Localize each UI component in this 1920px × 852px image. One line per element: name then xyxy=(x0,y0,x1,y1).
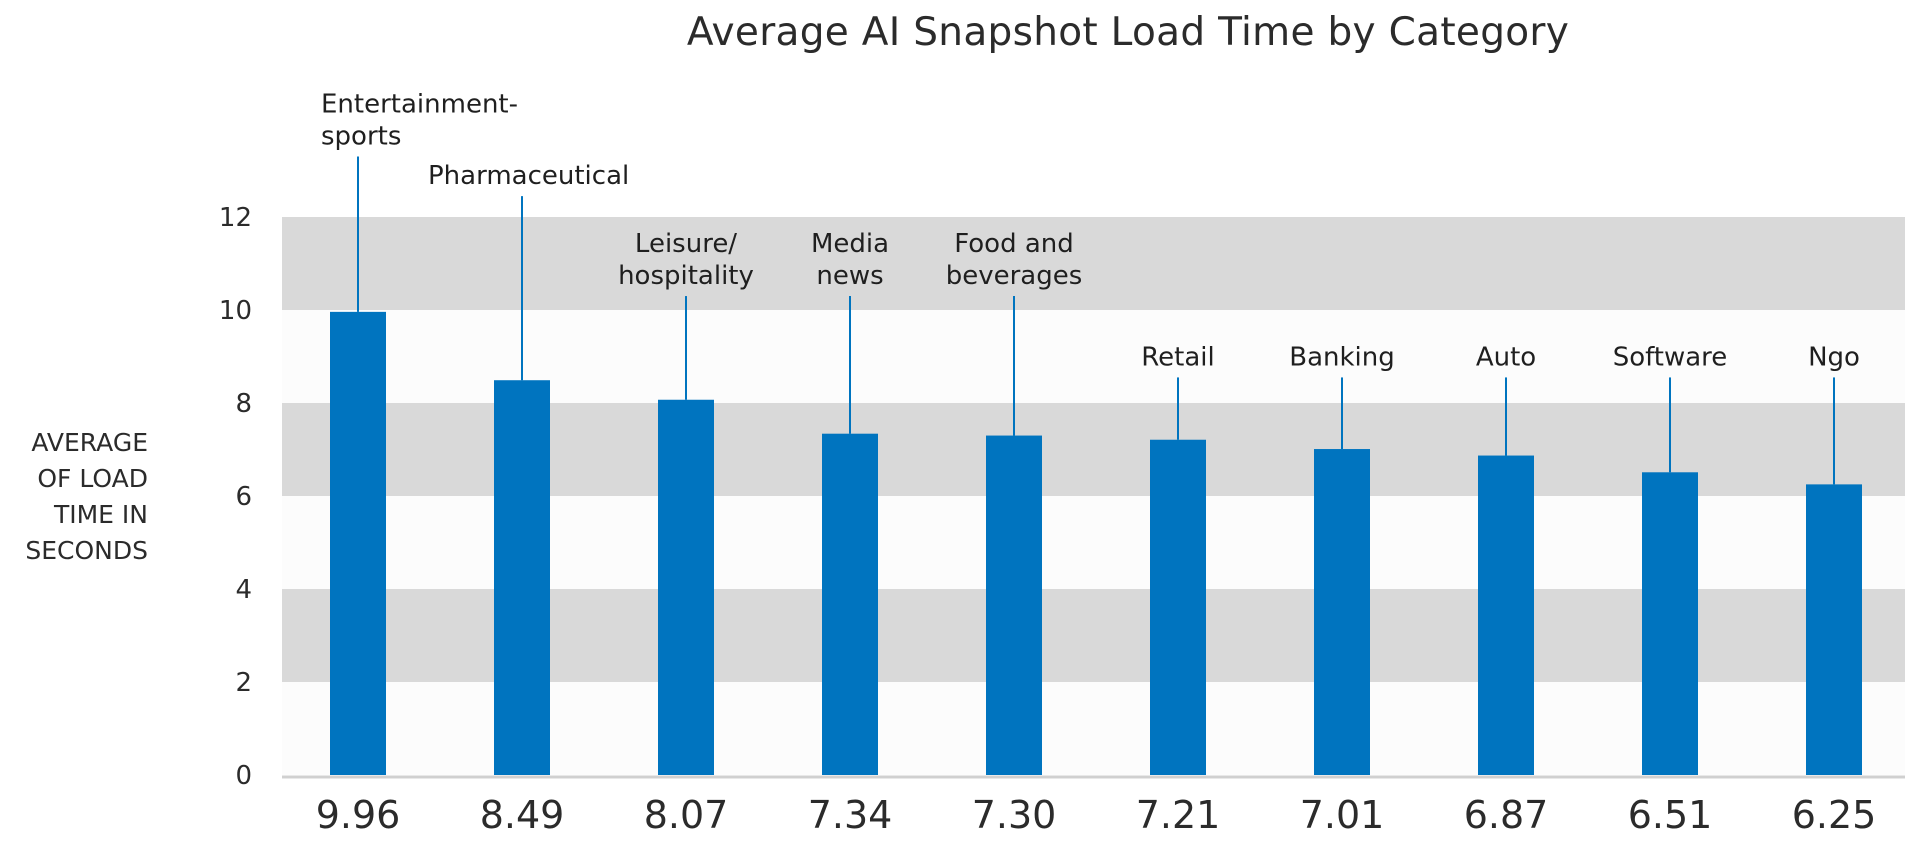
bar xyxy=(986,435,1042,775)
category-label: beverages xyxy=(946,261,1083,291)
category-label: Entertainment- xyxy=(321,90,518,120)
category-label: sports xyxy=(321,122,401,152)
category-label: Pharmaceutical xyxy=(428,161,629,191)
category-label: Retail xyxy=(1141,342,1214,372)
y-tick-label: 4 xyxy=(235,575,252,605)
bar xyxy=(822,433,878,775)
y-tick-label: 0 xyxy=(235,761,252,791)
value-label: 7.21 xyxy=(1136,793,1221,837)
value-labels: 9.96 8.49 8.07 7.34 7.30 7.21 7.01 6.87 6.51 6.25 xyxy=(316,793,1877,837)
bar xyxy=(1642,472,1698,775)
value-label: 7.34 xyxy=(808,793,893,837)
category-label: Software xyxy=(1613,342,1728,372)
bar xyxy=(330,311,386,775)
category-label: hospitality xyxy=(618,261,754,291)
y-tick-label: 10 xyxy=(219,296,252,326)
value-label: 7.01 xyxy=(1300,793,1385,837)
bar xyxy=(1478,455,1534,775)
category-label: Banking xyxy=(1289,342,1395,372)
value-label: 8.07 xyxy=(644,793,729,837)
bar xyxy=(1150,439,1206,775)
bar xyxy=(494,380,550,775)
y-tick-label: 12 xyxy=(219,203,252,233)
value-label: 6.51 xyxy=(1628,793,1713,837)
category-label: Food and xyxy=(954,229,1074,259)
value-label: 6.25 xyxy=(1792,793,1877,837)
category-label: Leisure/ xyxy=(635,229,737,259)
category-label: Ngo xyxy=(1808,342,1860,372)
value-label: 6.87 xyxy=(1464,793,1549,837)
y-axis-ticks: 0 2 4 6 8 10 12 xyxy=(219,203,252,791)
bar xyxy=(658,399,714,775)
category-label: news xyxy=(816,261,883,291)
value-label: 9.96 xyxy=(316,793,401,837)
bar xyxy=(1314,449,1370,775)
y-tick-label: 8 xyxy=(235,389,252,419)
y-tick-label: 6 xyxy=(235,482,252,512)
value-label: 7.30 xyxy=(972,793,1057,837)
category-label: Auto xyxy=(1476,342,1536,372)
y-tick-label: 2 xyxy=(235,668,252,698)
category-label: Media xyxy=(811,229,889,259)
bar-chart: 0 2 4 6 8 10 12 Entertainment-sports Pharmaceut… xyxy=(219,90,1905,837)
value-label: 8.49 xyxy=(480,793,565,837)
bar xyxy=(1806,484,1862,775)
grid-band xyxy=(282,217,1905,310)
